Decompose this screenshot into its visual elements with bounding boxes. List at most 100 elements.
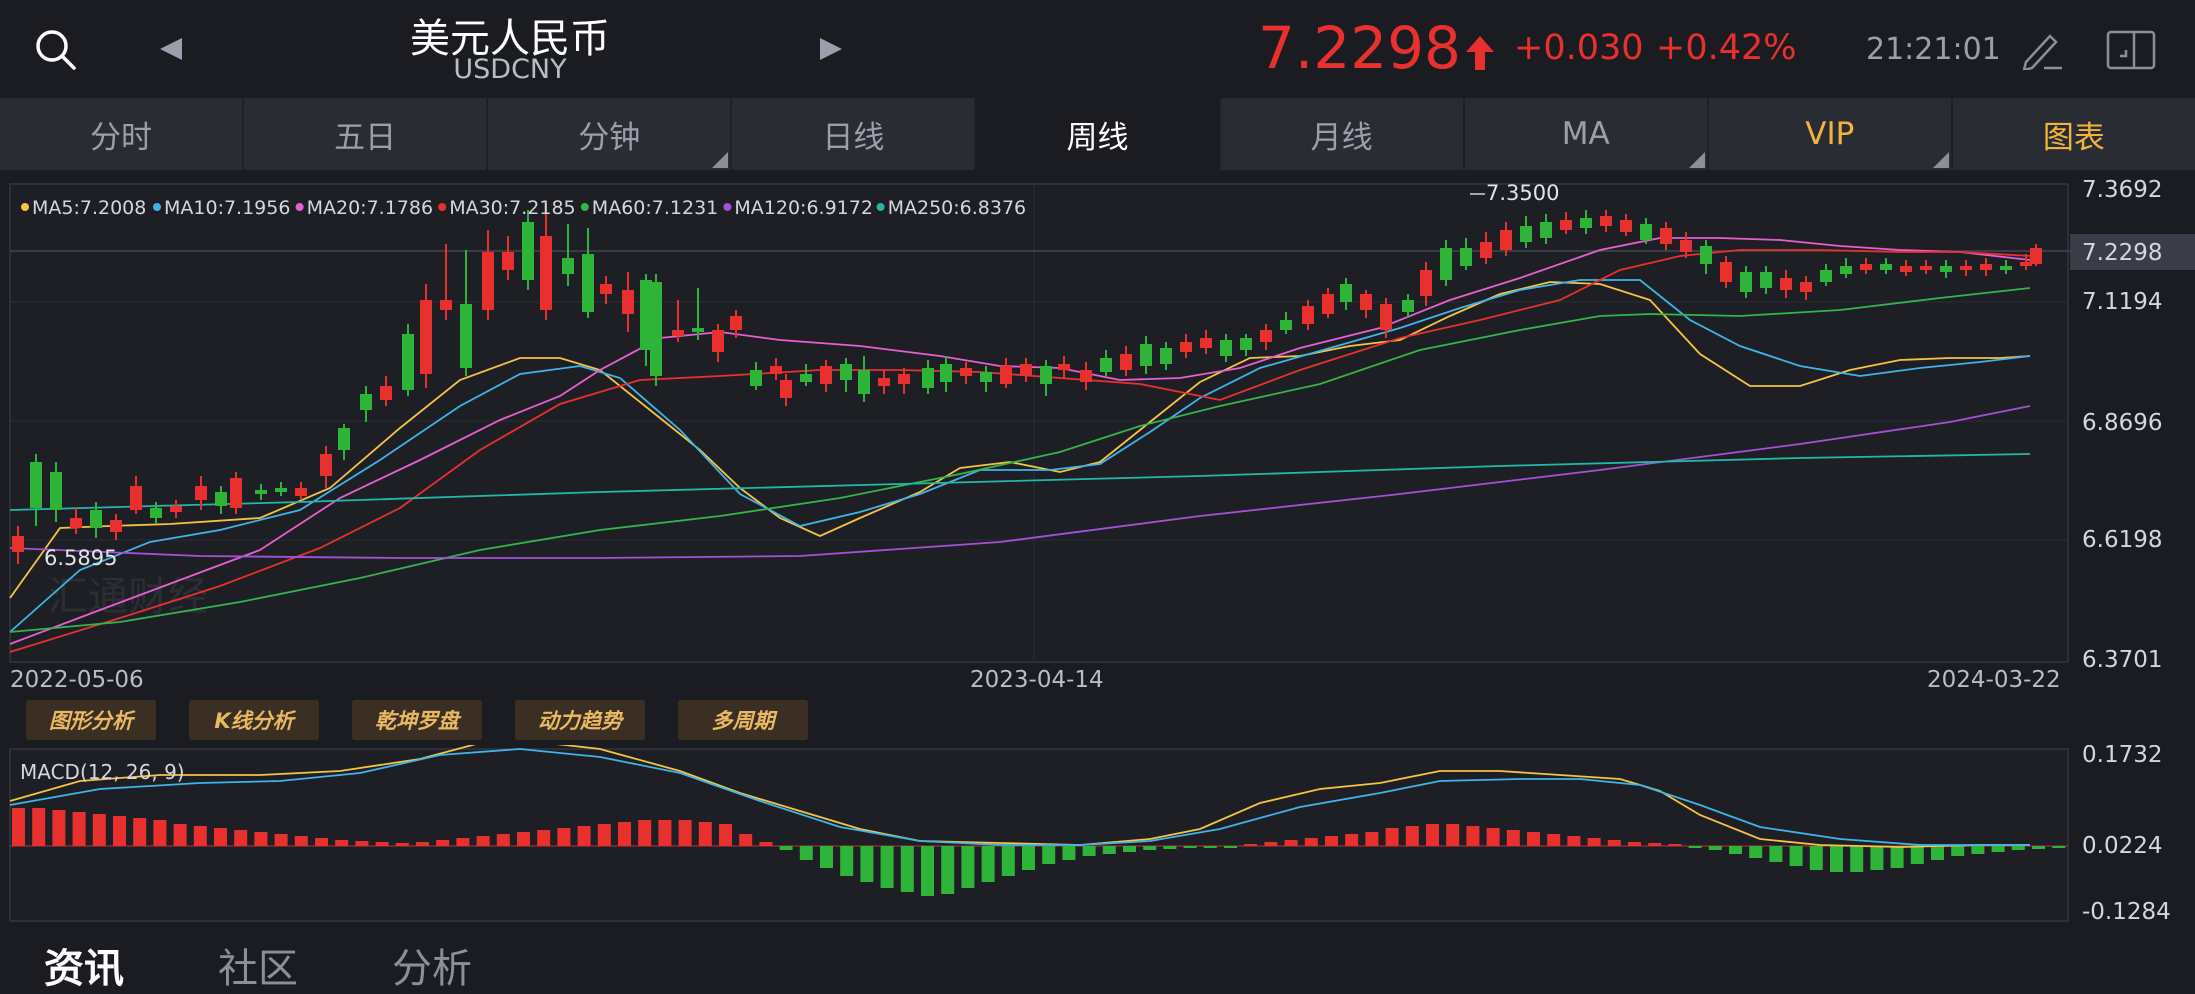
dropdown-corner-icon: [712, 152, 729, 168]
candle-body: [1240, 338, 1252, 350]
macd-bar: [1729, 846, 1742, 854]
macd-bar: [1708, 846, 1722, 850]
macd-bar: [1830, 846, 1843, 872]
legend-entry: MA20:7.1786: [307, 197, 433, 219]
candle-body: [1880, 264, 1892, 270]
candle-body: [1200, 338, 1212, 348]
macd-bar: [597, 824, 611, 846]
y-tick: 0.1732: [2082, 745, 2162, 768]
macd-bar: [1385, 828, 1399, 846]
macd-bar: [1486, 828, 1500, 846]
tab-monthly[interactable]: 月线: [1221, 98, 1465, 170]
candle-body: [780, 380, 792, 398]
symbol-code: USDCNY: [453, 54, 567, 85]
legend-dot: [580, 203, 589, 211]
macd-bar: [820, 846, 833, 868]
legend-dot: [438, 203, 447, 211]
macd-bar: [234, 830, 248, 846]
macd-bar: [860, 846, 874, 882]
candle-body: [12, 536, 24, 552]
candle-body: [770, 366, 782, 374]
macd-bar: [294, 836, 308, 846]
macd-bar: [840, 846, 854, 876]
candle-body: [878, 378, 890, 386]
landscape-toggle-icon[interactable]: [2106, 28, 2156, 70]
macd-chart[interactable]: MACD(12, 26, 9) 0.1732 0.0224 -0.1284: [0, 745, 2195, 925]
macd-bar: [1607, 840, 1621, 846]
macd-bar: [92, 814, 106, 846]
tool-compass[interactable]: 乾坤罗盘: [352, 700, 482, 740]
macd-bar: [496, 834, 510, 846]
macd-bar: [1224, 846, 1237, 848]
macd-bar: [1910, 846, 1924, 864]
candle-body: [650, 282, 662, 376]
tool-momentum-trend[interactable]: 动力趋势: [515, 700, 645, 740]
candle-body: [420, 300, 432, 374]
candle-body: [922, 368, 934, 388]
tab-indicator-ma[interactable]: MA: [1465, 98, 1709, 170]
candle-body: [1260, 330, 1272, 342]
search-icon[interactable]: [34, 28, 78, 72]
bottom-tab-analysis[interactable]: 分析: [392, 936, 472, 994]
pen-icon[interactable]: [2020, 28, 2066, 70]
candle-body: [1660, 228, 1672, 244]
prev-symbol-arrow[interactable]: [160, 38, 182, 60]
macd-bar: [2011, 846, 2025, 850]
macd-bar: [315, 838, 328, 846]
macd-bar: [1102, 846, 1116, 854]
candle-body: [1420, 270, 1432, 296]
y-tick: 6.3701: [2082, 647, 2162, 673]
candle-body: [110, 520, 122, 532]
tool-kline-analysis[interactable]: K线分析: [189, 700, 319, 740]
candle-body: [858, 370, 870, 394]
macd-frame: [9, 748, 2069, 922]
tab-daily[interactable]: 日线: [732, 98, 977, 170]
bottom-tab-news[interactable]: 资讯: [44, 936, 124, 994]
tab-intraday[interactable]: 分时: [0, 98, 245, 170]
bottom-tab-community[interactable]: 社区: [218, 936, 298, 994]
x-tick: 2024-03-22: [1927, 667, 2061, 693]
tool-multi-period[interactable]: 多周期: [678, 700, 808, 740]
macd-bar: [658, 820, 672, 846]
tool-pattern-analysis[interactable]: 图形分析: [26, 700, 156, 740]
tab-five-day[interactable]: 五日: [244, 98, 489, 170]
candle-body: [215, 492, 227, 506]
next-symbol-arrow[interactable]: [820, 38, 842, 60]
candle-body: [1340, 284, 1352, 302]
macd-bar: [375, 842, 389, 846]
macd-bar: [173, 824, 187, 846]
macd-bar: [739, 834, 753, 846]
macd-bar: [274, 834, 288, 846]
tab-weekly[interactable]: 周线: [976, 98, 1221, 170]
macd-bar: [395, 843, 409, 846]
candlestick-chart[interactable]: 汇通财经 MA5:7.2008 MA10:7.1956 MA20:7.1786 MA3…: [0, 170, 2195, 700]
candle-body: [1380, 304, 1392, 330]
candle-body: [1620, 220, 1632, 232]
candle-body: [70, 518, 82, 528]
candle-body: [380, 386, 392, 400]
tab-minute[interactable]: 分钟: [488, 98, 733, 170]
x-tick: 2023-04-14: [970, 667, 1104, 693]
legend-entry: MA120:6.9172: [734, 197, 873, 219]
y-tick: 7.3692: [2082, 177, 2162, 203]
candle-body: [1140, 344, 1152, 366]
legend-dot: [295, 203, 304, 211]
macd-bar: [12, 808, 25, 846]
macd-bar: [1042, 846, 1056, 864]
macd-bar: [52, 810, 66, 846]
candle-body: [1440, 248, 1452, 280]
candle-body: [2030, 248, 2042, 264]
candle-body: [1980, 264, 1992, 270]
tab-chart-settings[interactable]: 图表: [1953, 98, 2195, 170]
macd-bar: [1547, 834, 1561, 846]
candle-body: [1080, 370, 1092, 382]
y-axis-labels: 7.3692 7.2298 7.1194 6.8696 6.6198 6.370…: [2082, 177, 2162, 673]
candle-body: [1580, 218, 1592, 228]
legend-entry: MA250:6.8376: [888, 197, 1027, 219]
legend-entry: MA5:7.2008: [32, 197, 146, 219]
candle-body: [502, 252, 514, 270]
macd-bar: [1123, 846, 1136, 852]
tab-vip[interactable]: VIP: [1709, 98, 1953, 170]
candle-body: [562, 258, 574, 274]
price-change-pct: +0.42%: [1656, 28, 1797, 68]
